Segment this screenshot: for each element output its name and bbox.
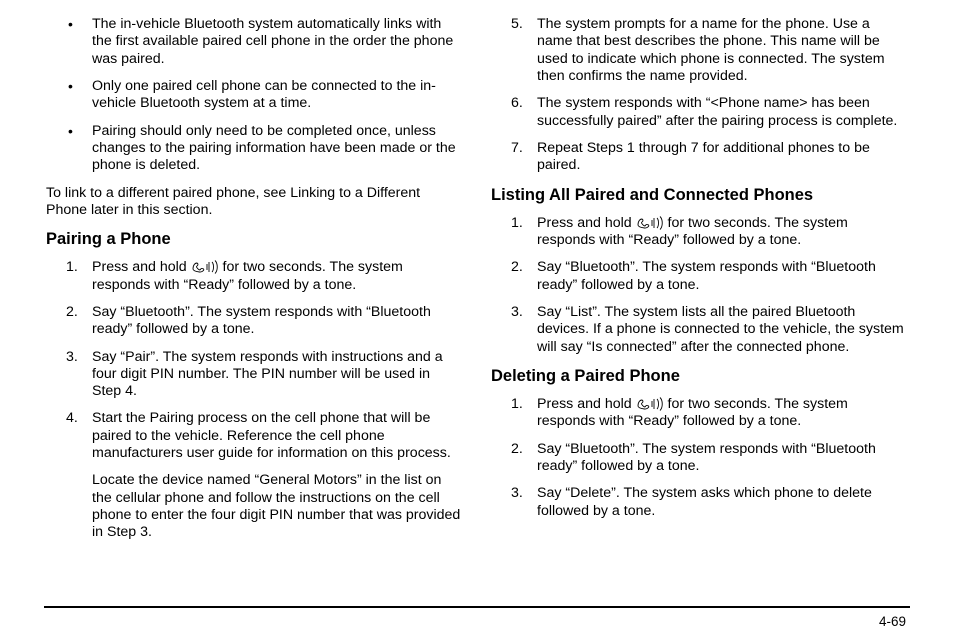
bullet-item: The in-vehicle Bluetooth system automati…: [46, 16, 463, 68]
left-column: The in-vehicle Bluetooth system automati…: [46, 16, 463, 552]
step-item: Start the Pairing process on the cell ph…: [46, 410, 463, 541]
right-column: The system prompts for a name for the ph…: [491, 16, 908, 552]
step-text: The system prompts for a name for the ph…: [537, 16, 885, 84]
bullet-item: Pairing should only need to be completed…: [46, 123, 463, 175]
bullet-item: Only one paired cell phone can be connec…: [46, 78, 463, 113]
step-item: The system responds with “<Phone name> h…: [491, 95, 908, 130]
step-text: Repeat Steps 1 through 7 for additional …: [537, 140, 870, 173]
step-item: The system prompts for a name for the ph…: [491, 16, 908, 85]
bullet-text: Only one paired cell phone can be connec…: [92, 78, 436, 111]
step-item: Press and hold for two seconds. The syst…: [46, 259, 463, 294]
step-item: Say “Bluetooth”. The system responds wit…: [46, 304, 463, 339]
step-item: Press and hold for two seconds. The syst…: [491, 215, 908, 250]
step-subtext: Locate the device named “General Motors”…: [92, 472, 463, 541]
step-text: Say “List”. The system lists all the pai…: [537, 304, 904, 355]
phone-voice-icon: [191, 260, 219, 274]
step-text: Say “Delete”. The system asks which phon…: [537, 485, 872, 518]
pairing-steps: Press and hold for two seconds. The syst…: [46, 259, 463, 541]
step-text: Say “Pair”. The system responds with ins…: [92, 349, 443, 400]
phone-voice-icon: [636, 216, 664, 230]
step-item: Repeat Steps 1 through 7 for additional …: [491, 140, 908, 175]
step-text: Say “Bluetooth”. The system responds wit…: [537, 259, 876, 292]
bullet-text: The in-vehicle Bluetooth system automati…: [92, 16, 453, 67]
step-text: Say “Bluetooth”. The system responds wit…: [537, 441, 876, 474]
step-item: Say “Delete”. The system asks which phon…: [491, 485, 908, 520]
heading-pairing-a-phone: Pairing a Phone: [46, 229, 463, 249]
heading-deleting-phone: Deleting a Paired Phone: [491, 366, 908, 386]
two-column-layout: The in-vehicle Bluetooth system automati…: [46, 0, 908, 552]
step-item: Say “Pair”. The system responds with ins…: [46, 349, 463, 401]
listing-steps: Press and hold for two seconds. The syst…: [491, 215, 908, 356]
paragraph: To link to a different paired phone, see…: [46, 185, 463, 220]
manual-page: The in-vehicle Bluetooth system automati…: [0, 0, 954, 638]
heading-listing-phones: Listing All Paired and Connected Phones: [491, 185, 908, 205]
step-text: Say “Bluetooth”. The system responds wit…: [92, 304, 431, 337]
step-item: Say “Bluetooth”. The system responds wit…: [491, 441, 908, 476]
step-text: Press and hold: [537, 215, 636, 231]
step-item: Say “Bluetooth”. The system responds wit…: [491, 259, 908, 294]
step-item: Say “List”. The system lists all the pai…: [491, 304, 908, 356]
pairing-steps-continued: The system prompts for a name for the ph…: [491, 16, 908, 175]
step-text: The system responds with “<Phone name> h…: [537, 95, 897, 128]
bullet-text: Pairing should only need to be completed…: [92, 123, 456, 174]
bullet-list: The in-vehicle Bluetooth system automati…: [46, 16, 463, 175]
step-text: Press and hold: [537, 396, 636, 412]
phone-voice-icon: [636, 397, 664, 411]
footer-rule: [44, 606, 910, 608]
step-text: Start the Pairing process on the cell ph…: [92, 410, 451, 461]
deleting-steps: Press and hold for two seconds. The syst…: [491, 396, 908, 520]
page-number: 4-69: [879, 614, 906, 630]
step-item: Press and hold for two seconds. The syst…: [491, 396, 908, 431]
step-text: Press and hold: [92, 259, 191, 275]
